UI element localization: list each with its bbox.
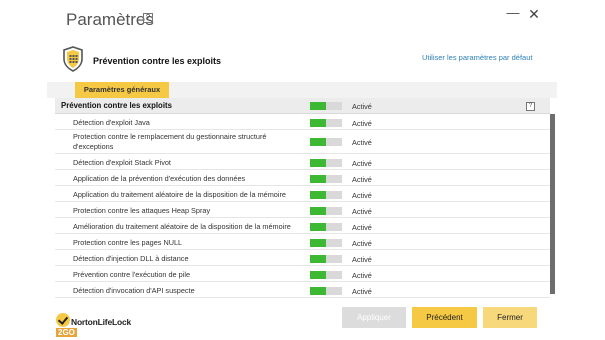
list-item: Détection d'invocation d'API suspecte Ac… xyxy=(55,282,550,298)
settings-list: Prévention contre les exploits Activé ? … xyxy=(55,98,550,301)
status-label: Activé xyxy=(352,223,372,232)
toggle-switch[interactable] xyxy=(310,102,342,110)
checkmark-icon xyxy=(56,313,70,327)
toggle-switch[interactable] xyxy=(310,159,342,167)
list-item: Détection d'injection DLL à distance Act… xyxy=(55,250,550,266)
status-label: Activé xyxy=(352,138,372,147)
list-item: Détection d'exploit Java Activé xyxy=(55,114,550,130)
list-item-label: Détection d'injection DLL à distance xyxy=(73,254,189,263)
settings-window: Paramètres ? — ✕ Prévention contre les e… xyxy=(47,0,557,340)
list-item-label: Application du traitement aléatoire de l… xyxy=(73,190,286,199)
list-item-label: Protection contre le remplacement du ges… xyxy=(73,132,267,151)
list-item: Application du traitement aléatoire de l… xyxy=(55,186,550,202)
list-item: Protection contre les attaques Heap Spra… xyxy=(55,202,550,218)
toggle-switch[interactable] xyxy=(310,119,342,127)
status-label: Activé xyxy=(352,119,372,128)
status-label: Activé xyxy=(352,271,372,280)
use-defaults-link[interactable]: Utiliser les paramètres par défaut xyxy=(422,53,532,62)
list-item-label: Protection contre les pages NULL xyxy=(73,238,183,247)
help-icon[interactable]: ? xyxy=(143,13,153,23)
toggle-switch[interactable] xyxy=(310,175,342,183)
status-label: Activé xyxy=(352,191,372,200)
list-header-row: Prévention contre les exploits Activé ? xyxy=(55,98,550,114)
list-item: Protection contre le remplacement du ges… xyxy=(55,130,550,154)
toggle-switch[interactable] xyxy=(310,207,342,215)
minimize-button[interactable]: — xyxy=(505,6,521,22)
toggle-switch[interactable] xyxy=(310,239,342,247)
list-item: Amélioration du traitement aléatoire de … xyxy=(55,218,550,234)
list-item-label: Détection d'exploit Java xyxy=(73,118,150,127)
status-label: Activé xyxy=(352,102,372,111)
window-title: Paramètres xyxy=(66,10,154,29)
toggle-switch[interactable] xyxy=(310,287,342,295)
tab-general-settings[interactable]: Paramètres généraux xyxy=(75,82,169,98)
list-item-label: Détection d'invocation d'API suspecte xyxy=(73,286,195,295)
list-item-label: Prévention contre l'exécution de pile xyxy=(73,270,190,279)
list-item-label: Détection d'exploit Stack Pivot xyxy=(73,158,171,167)
shield-icon xyxy=(63,46,83,72)
status-label: Activé xyxy=(352,159,372,168)
status-label: Activé xyxy=(352,239,372,248)
list-item: Prévention contre l'exécution de pile Ac… xyxy=(55,266,550,282)
status-label: Activé xyxy=(352,207,372,216)
section-title: Prévention contre les exploits xyxy=(93,56,222,66)
toggle-switch[interactable] xyxy=(310,223,342,231)
status-label: Activé xyxy=(352,175,372,184)
logo-text: NortonLifeLock xyxy=(71,317,132,327)
help-icon[interactable]: ? xyxy=(526,102,535,111)
list-item: Détection d'exploit Stack Pivot Activé xyxy=(55,154,550,170)
list-item-label: Amélioration du traitement aléatoire de … xyxy=(73,222,291,231)
nortonlifelock-logo: NortonLifeLock 2GO xyxy=(55,313,155,337)
list-item: Application de la prévention d'exécution… xyxy=(55,170,550,186)
toggle-switch[interactable] xyxy=(310,255,342,263)
list-item-label: Protection contre les attaques Heap Spra… xyxy=(73,206,211,215)
previous-button[interactable]: Précédent xyxy=(412,307,477,328)
logo-2go: 2GO xyxy=(56,328,77,337)
scrollbar[interactable] xyxy=(550,114,555,294)
toggle-switch[interactable] xyxy=(310,191,342,199)
status-label: Activé xyxy=(352,287,372,296)
toggle-switch[interactable] xyxy=(310,271,342,279)
close-button[interactable]: Fermer xyxy=(483,307,537,328)
toggle-switch[interactable] xyxy=(310,138,342,146)
list-header-label: Prévention contre les exploits xyxy=(61,101,172,110)
list-item-label: Application de la prévention d'exécution… xyxy=(73,174,246,183)
status-label: Activé xyxy=(352,255,372,264)
close-window-button[interactable]: ✕ xyxy=(526,6,542,22)
apply-button[interactable]: Appliquer xyxy=(342,307,406,328)
list-item: Protection contre les pages NULL Activé xyxy=(55,234,550,250)
